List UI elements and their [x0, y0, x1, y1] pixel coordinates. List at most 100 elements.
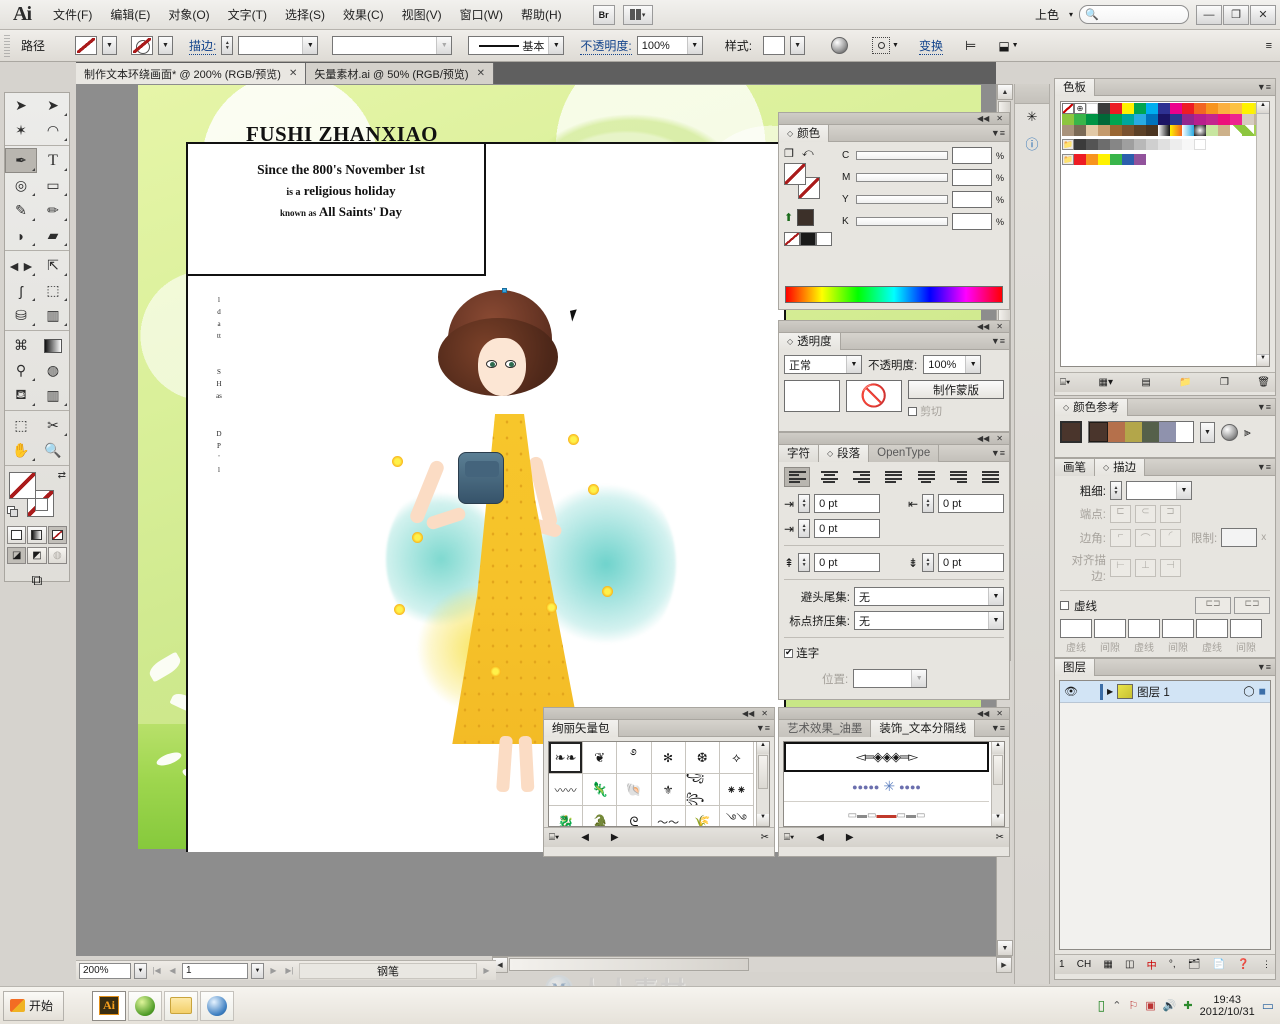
- limit-field[interactable]: [1221, 528, 1258, 547]
- display-icon[interactable]: ▣: [1145, 999, 1155, 1012]
- chevron-right-icon[interactable]: ▶: [1107, 687, 1113, 696]
- harmony-rule-preview[interactable]: [1088, 421, 1194, 443]
- previous-icon[interactable]: ◀: [581, 832, 589, 843]
- artboard-dropdown-arrow[interactable]: ▼: [251, 962, 264, 979]
- close-icon[interactable]: ✕: [761, 709, 768, 718]
- volume-icon[interactable]: 🔊: [1163, 999, 1177, 1012]
- collapse-icon[interactable]: ◀◀: [742, 709, 754, 718]
- indent-left-field[interactable]: 0 pt: [814, 494, 881, 513]
- dash-field-2[interactable]: [1128, 619, 1160, 638]
- scale-tool[interactable]: ⇱: [37, 253, 69, 278]
- swatch-gray-6[interactable]: [1134, 139, 1146, 150]
- brush-libraries-menu-icon[interactable]: ⌸▾: [784, 832, 794, 843]
- close-icon[interactable]: ✕: [996, 322, 1003, 331]
- gap-field-1[interactable]: [1094, 619, 1126, 638]
- swatch-sand[interactable]: [1086, 125, 1098, 136]
- gap-field-3[interactable]: [1230, 619, 1262, 638]
- swatch-gray-10[interactable]: [1182, 139, 1194, 150]
- swatch-options-icon[interactable]: ▤: [1141, 377, 1150, 388]
- symbol-cell-2[interactable]: ❦: [583, 742, 618, 774]
- warp-tool[interactable]: ʃ: [5, 278, 37, 303]
- minimize-button[interactable]: —: [1196, 4, 1222, 25]
- symbol-sprayer-tool[interactable]: ⛁: [5, 303, 37, 328]
- swatch-amber[interactable]: [1230, 103, 1242, 114]
- restore-button[interactable]: ❐: [1223, 4, 1249, 25]
- symbol-cell-16[interactable]: 〜〜: [651, 806, 686, 826]
- selection-tool[interactable]: ➤: [5, 93, 37, 118]
- column-graph-tool[interactable]: ▥: [37, 303, 69, 328]
- swatch-bright-blue[interactable]: [1122, 154, 1134, 165]
- close-icon[interactable]: ✕: [996, 434, 1003, 443]
- swatch-magenta2[interactable]: [1206, 114, 1218, 125]
- swatch-gray-7[interactable]: [1146, 139, 1158, 150]
- break-link-icon[interactable]: ✂: [761, 832, 769, 843]
- line-segment-tool[interactable]: ◎: [5, 173, 37, 198]
- eraser-tool[interactable]: ▰: [37, 223, 69, 248]
- taskbar-browser-icon[interactable]: [128, 990, 163, 1021]
- swatch-gray-8[interactable]: [1158, 139, 1170, 150]
- close-icon[interactable]: ✕: [996, 114, 1003, 123]
- show-swatch-kinds-icon[interactable]: ▦▾: [1099, 377, 1113, 388]
- hand-tool[interactable]: ✋: [5, 438, 37, 463]
- swatch-registration[interactable]: ⊕: [1074, 103, 1086, 114]
- align-left-button[interactable]: [784, 467, 810, 487]
- workspace-switcher[interactable]: 上色: [1031, 4, 1063, 25]
- stroke-weight-combo[interactable]: ▼: [238, 36, 319, 55]
- create-new-layer-icon[interactable]: 📄: [1213, 959, 1225, 970]
- chevron-down-icon[interactable]: ▼: [846, 356, 861, 373]
- swatch-pattern-line2[interactable]: [1242, 125, 1254, 136]
- previous-icon[interactable]: ◀: [816, 832, 824, 843]
- swatch-teal[interactable]: [1122, 114, 1134, 125]
- swatch-blue2[interactable]: [1146, 114, 1158, 125]
- help-icon[interactable]: ❓: [1237, 959, 1249, 970]
- stroke-weight-label[interactable]: 描边:: [189, 37, 217, 55]
- menu-type[interactable]: 文字(T): [219, 2, 276, 27]
- black-swatch[interactable]: [800, 232, 816, 246]
- update-icon[interactable]: ✚: [1183, 999, 1192, 1012]
- transparency-opacity-combo[interactable]: 100% ▼: [923, 355, 982, 374]
- zoom-tool[interactable]: 🔍: [37, 438, 69, 463]
- fill-stroke-toggle-icon[interactable]: ❐: [784, 147, 794, 160]
- artboard-number-field[interactable]: 1: [182, 962, 248, 979]
- panel-menu-icon[interactable]: ▼≡: [1257, 82, 1271, 92]
- collapse-icon[interactable]: ◀◀: [977, 709, 989, 718]
- expand-tray-icon[interactable]: ⌃: [1112, 999, 1121, 1012]
- color-spectrum-ramp[interactable]: [785, 286, 1003, 303]
- layers-list[interactable]: 👁 ▶ 图层 1 ◯ ◼: [1059, 680, 1271, 950]
- swatch-gray-1[interactable]: [1074, 139, 1086, 150]
- tab-transparency[interactable]: ◇ 透明度: [779, 332, 841, 350]
- align-inside-stroke-button[interactable]: ⊥: [1135, 559, 1156, 577]
- swatch-yellow2[interactable]: [1242, 103, 1254, 114]
- locate-object-icon[interactable]: ▦: [1103, 959, 1112, 970]
- panel-menu-icon[interactable]: ▼≡: [1257, 462, 1271, 472]
- swatch-red2[interactable]: [1182, 103, 1194, 114]
- close-icon[interactable]: ✕: [289, 68, 297, 79]
- swatch-gradient-gray[interactable]: [1158, 125, 1170, 136]
- scroll-up-arrow[interactable]: ▲: [1257, 102, 1269, 114]
- live-paint-bucket-tool[interactable]: ⛾: [5, 383, 37, 408]
- menu-select[interactable]: 选择(S): [276, 2, 334, 27]
- projecting-cap-button[interactable]: ⊐: [1160, 505, 1181, 523]
- channel-m-slider[interactable]: [856, 173, 948, 182]
- tab-color-guide[interactable]: ◇ 颜色参考: [1055, 398, 1129, 416]
- menu-object[interactable]: 对象(O): [159, 2, 218, 27]
- swatch-pink2[interactable]: [1230, 114, 1242, 125]
- menu-effect[interactable]: 效果(C): [334, 2, 393, 27]
- gradient-mode-button[interactable]: [27, 526, 47, 544]
- document-tab-2[interactable]: 矢量素材.ai @ 50% (RGB/预览) ✕: [306, 63, 494, 84]
- swatch-indigo[interactable]: [1170, 114, 1182, 125]
- align-right-button[interactable]: [849, 467, 875, 487]
- stroke-profile-combo[interactable]: ▼: [332, 36, 453, 55]
- symbol-library-scrollbar[interactable]: ▲ ▼: [756, 742, 769, 826]
- white-swatch[interactable]: [816, 232, 832, 246]
- stroke-weight-stepper-panel[interactable]: ▲ ▼: [1110, 481, 1122, 500]
- swatch-gray-5[interactable]: [1122, 139, 1134, 150]
- swatch-none[interactable]: [1062, 103, 1074, 114]
- draw-normal-button[interactable]: ◪: [7, 547, 27, 564]
- pen-tool[interactable]: ✒: [5, 148, 37, 173]
- swatch-pattern-line1[interactable]: [1230, 125, 1242, 136]
- arrange-documents-button[interactable]: ▾: [622, 4, 653, 25]
- brush-item-ornate-divider[interactable]: ◅═◈◈◈═▻: [784, 742, 989, 772]
- swatch-libraries-icon[interactable]: ⌸▾: [1060, 377, 1070, 388]
- collapse-icon[interactable]: ◀◀: [977, 114, 989, 123]
